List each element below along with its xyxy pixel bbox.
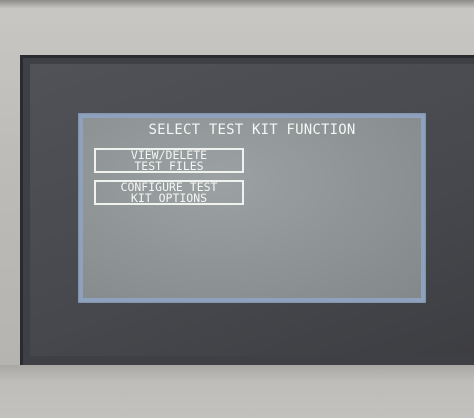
button-label-line2: TEST FILES [134,158,204,173]
screen-title: SELECT TEST KIT FUNCTION [148,122,356,138]
view-delete-test-files-button[interactable]: VIEW/DELETE TEST FILES [94,148,244,173]
button-label-line2: KIT OPTIONS [130,190,208,205]
bezel-top-edge [0,0,474,8]
bezel-bottom [0,365,474,418]
lcd-screen: SELECT TEST KIT FUNCTION VIEW/DELETE TES… [83,118,421,298]
configure-test-kit-options-button[interactable]: CONFIGURE TEST KIT OPTIONS [94,180,244,205]
